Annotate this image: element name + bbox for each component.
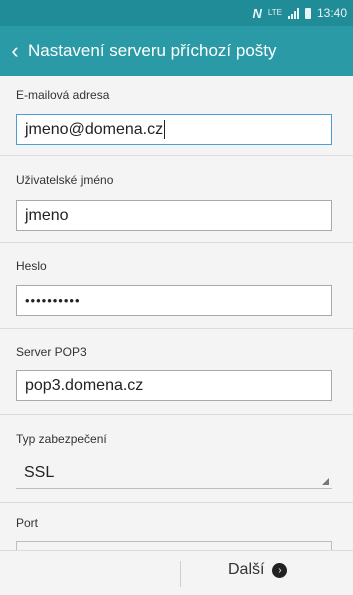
username-section: Uživatelské jméno jmeno [0,155,353,234]
page-title: Nastavení serveru příchozí pošty [28,41,277,60]
port-section: Port [0,502,353,561]
email-value: jmeno@domena.cz [25,120,164,138]
username-value: jmeno [25,206,69,224]
server-label: Server POP3 [16,345,87,359]
next-button[interactable]: Další › [228,561,288,579]
dropdown-corner-icon [322,478,329,485]
bottom-bar: Další › [0,550,353,595]
next-label: Další [228,561,265,578]
security-section: Typ zabezpečení SSL [0,414,353,495]
battery-icon [304,7,311,19]
email-section: E-mailová adresa jmeno@domena.cz [0,76,353,154]
action-bar: ‹ Nastavení serveru příchozí pošty [0,26,353,76]
password-label: Heslo [16,259,47,273]
nfc-icon: N [252,5,262,21]
email-label: E-mailová adresa [16,88,110,102]
clock: 13:40 [316,6,347,20]
security-value: SSL [24,464,55,481]
password-field[interactable]: •••••••••• [16,285,332,316]
server-section: Server POP3 pop3.domena.cz [0,328,353,407]
bottom-divider [180,561,181,587]
password-value: •••••••••• [25,293,81,308]
username-field[interactable]: jmeno [16,200,332,231]
email-field[interactable]: jmeno@domena.cz [16,114,332,145]
lte-icon: LTE [267,8,282,17]
username-label: Uživatelské jméno [16,173,114,187]
back-icon[interactable]: ‹ [2,38,28,64]
signal-icon [287,7,299,19]
password-section: Heslo •••••••••• [0,242,353,319]
security-select[interactable]: SSL [16,458,332,489]
server-value: pop3.domena.cz [25,376,144,394]
status-bar: N LTE 13:40 [0,0,353,26]
security-label: Typ zabezpečení [16,432,107,446]
arrow-right-icon: › [272,562,288,578]
port-label: Port [16,516,39,530]
server-field[interactable]: pop3.domena.cz [16,370,332,401]
text-cursor [164,120,166,139]
